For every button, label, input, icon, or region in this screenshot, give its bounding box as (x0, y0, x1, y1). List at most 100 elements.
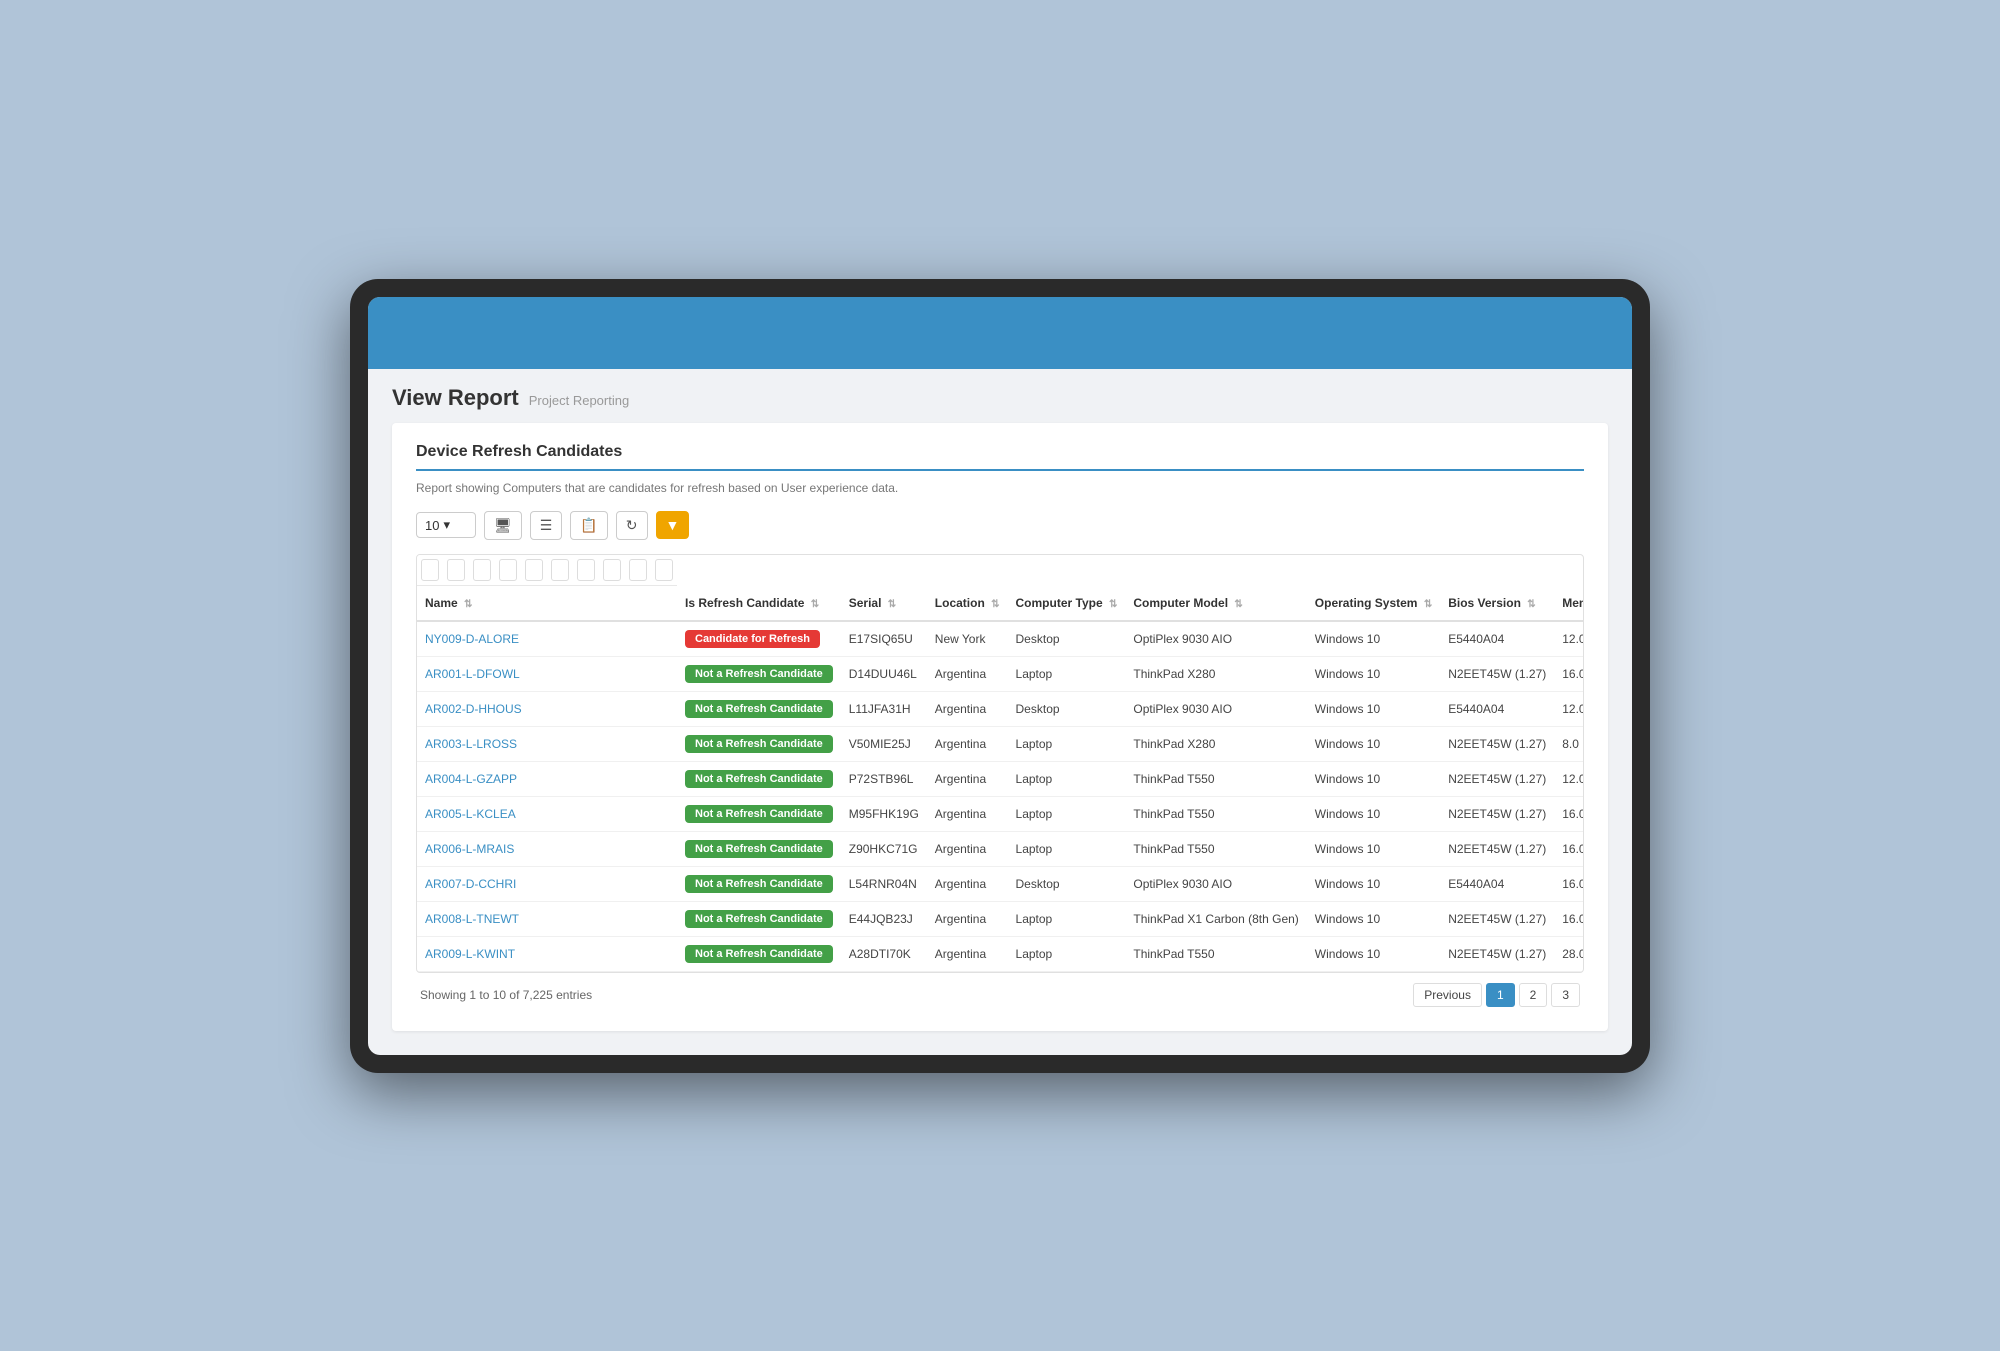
page-subtitle: Project Reporting (529, 393, 629, 408)
filter-location-input[interactable] (499, 559, 517, 581)
cell-serial: E44JQB23J (841, 901, 927, 936)
cell-serial: E17SIQ65U (841, 621, 927, 657)
cell-name: AR003-L-LROSS (417, 726, 677, 761)
cell-computer-type: Laptop (1008, 901, 1126, 936)
cell-memory: 12.0 (1554, 761, 1584, 796)
cell-computer-model: ThinkPad X280 (1125, 726, 1306, 761)
cell-bios: N2EET45W (1.27) (1440, 726, 1554, 761)
export-button[interactable]: 📋 (570, 511, 607, 540)
name-link[interactable]: AR005-L-KCLEA (425, 807, 516, 821)
cell-os: Windows 10 (1307, 656, 1440, 691)
filter-refresh-input[interactable] (447, 559, 465, 581)
cell-refresh: Candidate for Refresh (677, 621, 841, 657)
toolbar: 10 ▾ 🖥 ☰ 📋 ↻ ▼ (416, 511, 1584, 540)
name-link[interactable]: AR002-D-HHOUS (425, 702, 522, 716)
page-header: View Report Project Reporting (368, 369, 1632, 423)
table-container: Name ⇅ Is Refresh Candidate ⇅ Serial ⇅ L… (416, 554, 1584, 973)
filter-disk-input[interactable] (655, 559, 673, 581)
cell-memory: 16.0 (1554, 901, 1584, 936)
col-serial[interactable]: Serial ⇅ (841, 586, 927, 621)
prev-page-button[interactable]: Previous (1413, 983, 1482, 1007)
cell-serial: D14DUU46L (841, 656, 927, 691)
cell-refresh: Not a Refresh Candidate (677, 796, 841, 831)
cell-os: Windows 10 (1307, 621, 1440, 657)
col-location[interactable]: Location ⇅ (927, 586, 1008, 621)
table-row: AR002-D-HHOUS Not a Refresh Candidate L1… (417, 691, 1584, 726)
cell-refresh: Not a Refresh Candidate (677, 726, 841, 761)
cell-memory: 28.0 (1554, 936, 1584, 971)
table-row: AR004-L-GZAPP Not a Refresh Candidate P7… (417, 761, 1584, 796)
name-link[interactable]: AR008-L-TNEWT (425, 912, 519, 926)
cell-location: Argentina (927, 901, 1008, 936)
sort-bios-icon: ⇅ (1527, 599, 1535, 610)
cell-os: Windows 10 (1307, 761, 1440, 796)
cell-computer-model: OptiPlex 9030 AIO (1125, 691, 1306, 726)
list-view-button[interactable]: ☰ (530, 511, 563, 540)
cell-refresh: Not a Refresh Candidate (677, 831, 841, 866)
search-serial-input[interactable] (473, 559, 491, 581)
cell-computer-model: ThinkPad T550 (1125, 936, 1306, 971)
page-title: View Report (392, 385, 519, 411)
filter-disk-cell (651, 555, 677, 586)
name-link[interactable]: AR004-L-GZAPP (425, 772, 517, 786)
search-name-cell (417, 555, 443, 586)
cell-computer-type: Laptop (1008, 656, 1126, 691)
header-row: Name ⇅ Is Refresh Candidate ⇅ Serial ⇅ L… (417, 586, 1584, 621)
col-name[interactable]: Name ⇅ (417, 586, 677, 621)
refresh-button[interactable]: ↻ (616, 511, 648, 540)
col-os[interactable]: Operating System ⇅ (1307, 586, 1440, 621)
search-name-input[interactable] (421, 559, 439, 581)
name-link[interactable]: AR007-D-CCHRI (425, 877, 516, 891)
search-header (417, 555, 1584, 586)
showing-text: Showing 1 to 10 of 7,225 entries (420, 988, 592, 1002)
cell-computer-type: Desktop (1008, 866, 1126, 901)
report-title: Device Refresh Candidates (416, 443, 1584, 471)
filter-model-input[interactable] (551, 559, 569, 581)
cell-refresh: Not a Refresh Candidate (677, 656, 841, 691)
name-link[interactable]: AR003-L-LROSS (425, 737, 517, 751)
filter-button[interactable]: ▼ (656, 511, 690, 539)
name-link[interactable]: AR009-L-KWINT (425, 947, 515, 961)
cell-serial: M95FHK19G (841, 796, 927, 831)
col-computer-model[interactable]: Computer Model ⇅ (1125, 586, 1306, 621)
monitor-view-button[interactable]: 🖥 (484, 511, 522, 540)
table-row: AR001-L-DFOWL Not a Refresh Candidate D1… (417, 656, 1584, 691)
filter-bios-input[interactable] (603, 559, 621, 581)
refresh-badge: Not a Refresh Candidate (685, 945, 833, 963)
column-headers: Name ⇅ Is Refresh Candidate ⇅ Serial ⇅ L… (417, 586, 1584, 621)
col-memory[interactable]: Memory Gb ⇅ (1554, 586, 1584, 621)
device-frame: View Report Project Reporting Device Ref… (350, 279, 1650, 1073)
cell-refresh: Not a Refresh Candidate (677, 761, 841, 796)
filter-memory-input[interactable] (629, 559, 647, 581)
filter-type-input[interactable] (525, 559, 543, 581)
page-2-button[interactable]: 2 (1519, 983, 1548, 1007)
cell-memory: 16.0 (1554, 656, 1584, 691)
col-refresh[interactable]: Is Refresh Candidate ⇅ (677, 586, 841, 621)
cell-memory: 12.0 (1554, 691, 1584, 726)
cell-bios: E5440A04 (1440, 621, 1554, 657)
page-3-button[interactable]: 3 (1551, 983, 1580, 1007)
name-link[interactable]: AR006-L-MRAIS (425, 842, 514, 856)
cell-bios: N2EET45W (1.27) (1440, 936, 1554, 971)
refresh-badge: Not a Refresh Candidate (685, 840, 833, 858)
cell-name: AR004-L-GZAPP (417, 761, 677, 796)
filter-type-cell (521, 555, 547, 586)
cell-os: Windows 10 (1307, 726, 1440, 761)
cell-computer-model: OptiPlex 9030 AIO (1125, 866, 1306, 901)
name-link[interactable]: NY009-D-ALORE (425, 632, 519, 646)
chevron-down-icon: ▾ (443, 517, 450, 533)
cell-computer-type: Laptop (1008, 796, 1126, 831)
per-page-select[interactable]: 10 ▾ (416, 512, 476, 538)
cell-computer-model: ThinkPad X280 (1125, 656, 1306, 691)
data-table: Name ⇅ Is Refresh Candidate ⇅ Serial ⇅ L… (417, 555, 1584, 972)
cell-os: Windows 10 (1307, 866, 1440, 901)
filter-os-input[interactable] (577, 559, 595, 581)
refresh-badge: Not a Refresh Candidate (685, 735, 833, 753)
cell-bios: E5440A04 (1440, 866, 1554, 901)
name-link[interactable]: AR001-L-DFOWL (425, 667, 520, 681)
page-1-button[interactable]: 1 (1486, 983, 1515, 1007)
col-computer-type[interactable]: Computer Type ⇅ (1008, 586, 1126, 621)
col-bios[interactable]: Bios Version ⇅ (1440, 586, 1554, 621)
report-description: Report showing Computers that are candid… (416, 481, 1584, 495)
sort-model-icon: ⇅ (1234, 599, 1242, 610)
